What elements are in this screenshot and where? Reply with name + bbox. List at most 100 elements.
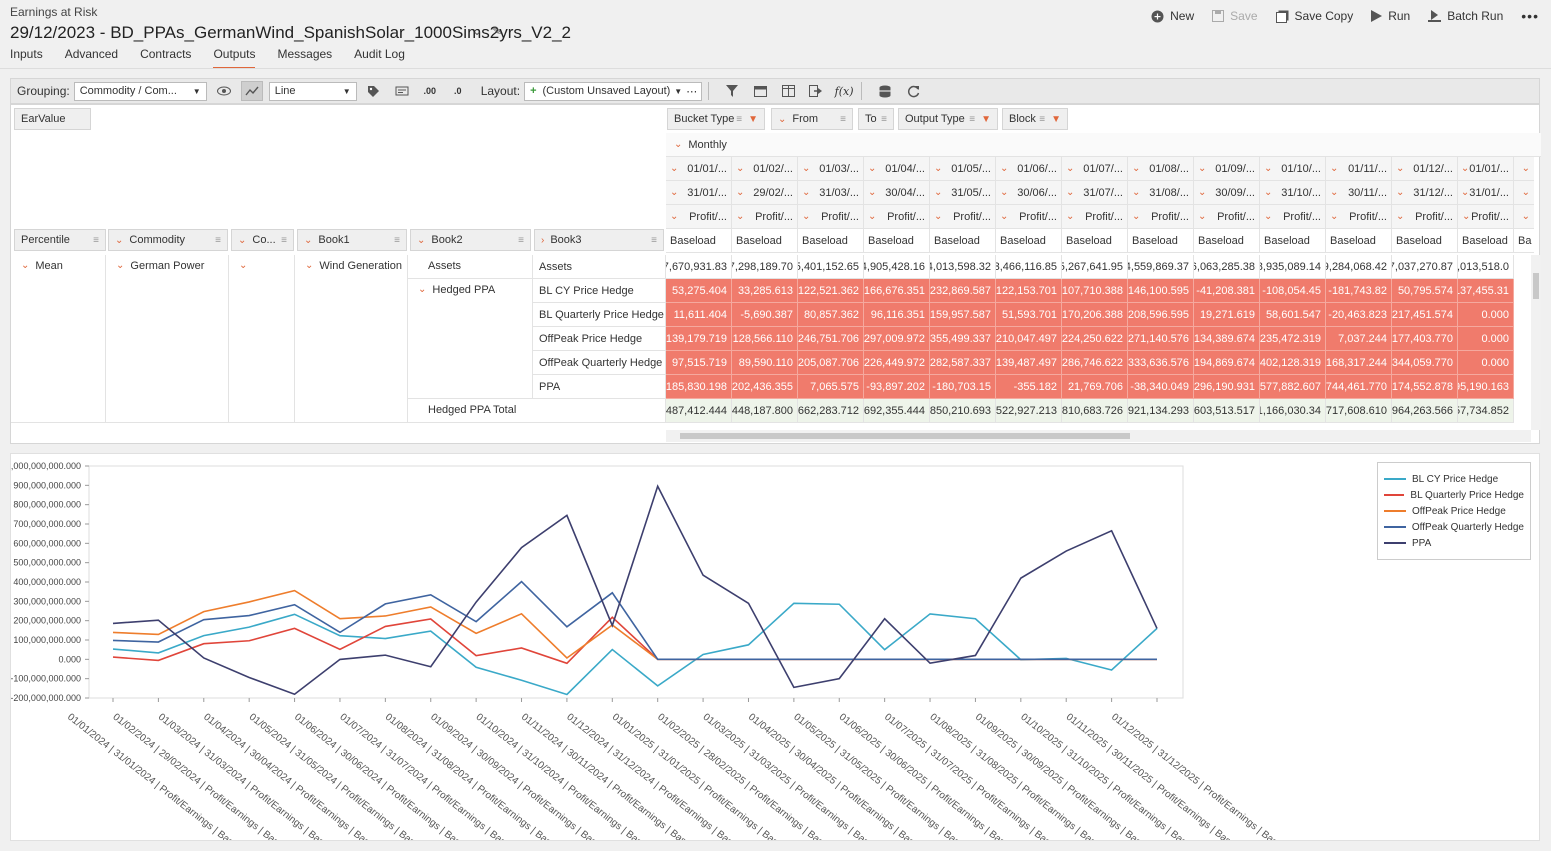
formula-icon[interactable]: f(x): [833, 81, 855, 101]
pencil-icon[interactable]: ✎: [492, 24, 502, 38]
from-date-header[interactable]: ⌄ 01/07/...: [1062, 157, 1128, 181]
from-date-header[interactable]: ⌄ 01/01/...: [666, 157, 732, 181]
header-overflow-chevron[interactable]: ⌄: [1514, 181, 1534, 205]
from-date-header[interactable]: ⌄ 01/11/...: [1326, 157, 1392, 181]
row-field-commodity[interactable]: ⌄ Commodity ≡: [108, 229, 228, 251]
value-cell[interactable]: 217,451.574: [1392, 303, 1458, 327]
value-cell[interactable]: 139,179.719: [666, 327, 732, 351]
filter-icon[interactable]: ▼: [981, 114, 991, 125]
columns-icon[interactable]: [777, 81, 799, 101]
refresh-icon[interactable]: [902, 81, 924, 101]
book1-cell[interactable]: ⌄ Wind Generation: [295, 255, 408, 423]
col-field-bucket-type[interactable]: Bucket Type ≡ ▼: [667, 108, 765, 130]
col-field-to[interactable]: To ≡: [858, 108, 894, 130]
from-date-header[interactable]: ⌄ 01/08/...: [1128, 157, 1194, 181]
vertical-scroll-thumb[interactable]: [1533, 273, 1539, 299]
value-cell[interactable]: 139,487.497: [996, 351, 1062, 375]
series-line-ppa[interactable]: [112, 484, 1158, 696]
from-date-header[interactable]: ⌄ 01/01/...: [1458, 157, 1514, 181]
value-cell[interactable]: 146,100.595: [1128, 279, 1194, 303]
chart-type-select[interactable]: Line ▼: [268, 81, 357, 101]
value-cell[interactable]: 21,769.706: [1062, 375, 1128, 399]
filter-icon[interactable]: ▼: [748, 114, 758, 125]
value-cell[interactable]: 0.000: [1458, 327, 1514, 351]
tag-icon[interactable]: [363, 81, 385, 101]
tab-outputs[interactable]: Outputs: [213, 47, 256, 69]
value-cell[interactable]: 4,905,428.16: [864, 255, 930, 279]
value-cell[interactable]: 744,461.770: [1326, 375, 1392, 399]
new-button[interactable]: New: [1151, 9, 1194, 23]
col-field-output-type[interactable]: Output Type ≡ ▼: [898, 108, 998, 130]
from-date-header[interactable]: ⌄ 01/09/...: [1194, 157, 1260, 181]
header-overflow-chevron[interactable]: ⌄: [1514, 157, 1534, 181]
data-field-earvalue[interactable]: EarValue: [14, 108, 91, 130]
value-cell[interactable]: 51,593.701: [996, 303, 1062, 327]
layout-select[interactable]: + (Custom Unsaved Layout) ▼ ⋯: [524, 81, 703, 101]
value-cell[interactable]: 89,590.110: [732, 351, 798, 375]
book3-cell[interactable]: OffPeak Price Hedge: [533, 327, 666, 351]
value-cell[interactable]: 6,063,285.38: [1194, 255, 1260, 279]
book3-cell[interactable]: BL Quarterly Price Hedge: [533, 303, 666, 327]
commodity-cell[interactable]: ⌄ German Power: [106, 255, 229, 423]
value-cell[interactable]: -108,054.45: [1260, 279, 1326, 303]
tab-inputs[interactable]: Inputs: [10, 47, 43, 69]
value-cell[interactable]: 7,065.575: [798, 375, 864, 399]
tab-contracts[interactable]: Contracts: [140, 47, 191, 69]
value-cell[interactable]: 692,355.444: [864, 399, 930, 423]
run-button[interactable]: Run: [1371, 9, 1410, 23]
output-type-header[interactable]: ⌄ Profit/...: [798, 205, 864, 229]
sort-icon[interactable]: ≡: [281, 235, 287, 246]
value-cell[interactable]: -181,743.82: [1326, 279, 1392, 303]
to-date-header[interactable]: ⌄ 31/08/...: [1128, 181, 1194, 205]
save-copy-button[interactable]: Save Copy: [1275, 9, 1353, 23]
value-cell[interactable]: 1,166,030.34: [1260, 399, 1326, 423]
co-cell[interactable]: ⌄: [229, 255, 295, 423]
value-cell[interactable]: 246,751.706: [798, 327, 864, 351]
tab-messages[interactable]: Messages: [277, 47, 332, 69]
filter-icon[interactable]: ▼: [1051, 114, 1061, 125]
from-date-header[interactable]: ⌄ 01/06/...: [996, 157, 1062, 181]
chart-toggle-icon[interactable]: [240, 81, 263, 101]
value-cell[interactable]: 194,869.674: [1194, 351, 1260, 375]
ellipsis-icon[interactable]: ⋯: [686, 85, 697, 98]
value-cell[interactable]: 4,013,598.32: [930, 255, 996, 279]
value-cell[interactable]: 4,559,869.37: [1128, 255, 1194, 279]
value-cell[interactable]: 174,552.878: [1392, 375, 1458, 399]
to-date-header[interactable]: ⌄ 31/12/...: [1392, 181, 1458, 205]
to-date-header[interactable]: ⌄ 30/04/...: [864, 181, 930, 205]
value-cell[interactable]: 10,013,518.0: [1458, 255, 1514, 279]
from-date-header[interactable]: ⌄ 01/12/...: [1392, 157, 1458, 181]
value-cell[interactable]: -20,463.823: [1326, 303, 1392, 327]
sort-icon[interactable]: ≡: [93, 235, 99, 246]
value-cell[interactable]: 8,935,089.14: [1260, 255, 1326, 279]
value-cell[interactable]: 282,587.337: [930, 351, 996, 375]
value-cell[interactable]: -38,340.049: [1128, 375, 1194, 399]
value-cell[interactable]: 58,601.547: [1260, 303, 1326, 327]
value-cell[interactable]: 210,047.497: [996, 327, 1062, 351]
value-cell[interactable]: 97,515.719: [666, 351, 732, 375]
value-cell[interactable]: 166,676.351: [864, 279, 930, 303]
value-cell[interactable]: 7,037,270.87: [1392, 255, 1458, 279]
value-cell[interactable]: 286,746.622: [1062, 351, 1128, 375]
to-date-header[interactable]: ⌄ 31/01/...: [1458, 181, 1514, 205]
filter-icon[interactable]: [721, 81, 743, 101]
value-cell[interactable]: 208,596.595: [1128, 303, 1194, 327]
value-cell[interactable]: 487,412.444: [666, 399, 732, 423]
sort-icon[interactable]: ≡: [840, 114, 846, 125]
output-type-header[interactable]: ⌄ Profit/...: [930, 205, 996, 229]
value-cell[interactable]: 19,271.619: [1194, 303, 1260, 327]
header-overflow-chevron[interactable]: ⌄: [1514, 205, 1534, 229]
sort-icon[interactable]: ≡: [969, 114, 975, 125]
book2-hedged-cell[interactable]: ⌄ Hedged PPA: [408, 279, 533, 399]
tab-audit-log[interactable]: Audit Log: [354, 47, 405, 69]
value-cell[interactable]: 128,566.110: [732, 327, 798, 351]
from-date-header[interactable]: ⌄ 01/10/...: [1260, 157, 1326, 181]
to-date-header[interactable]: ⌄ 31/03/...: [798, 181, 864, 205]
value-cell[interactable]: 355,499.337: [930, 327, 996, 351]
output-type-header[interactable]: ⌄ Profit/...: [1128, 205, 1194, 229]
value-cell[interactable]: 271,140.576: [1128, 327, 1194, 351]
to-date-header[interactable]: ⌄ 29/02/...: [732, 181, 798, 205]
book3-cell[interactable]: BL CY Price Hedge: [533, 279, 666, 303]
horizontal-scroll-thumb[interactable]: [680, 433, 1130, 439]
value-cell[interactable]: -41,208.381: [1194, 279, 1260, 303]
